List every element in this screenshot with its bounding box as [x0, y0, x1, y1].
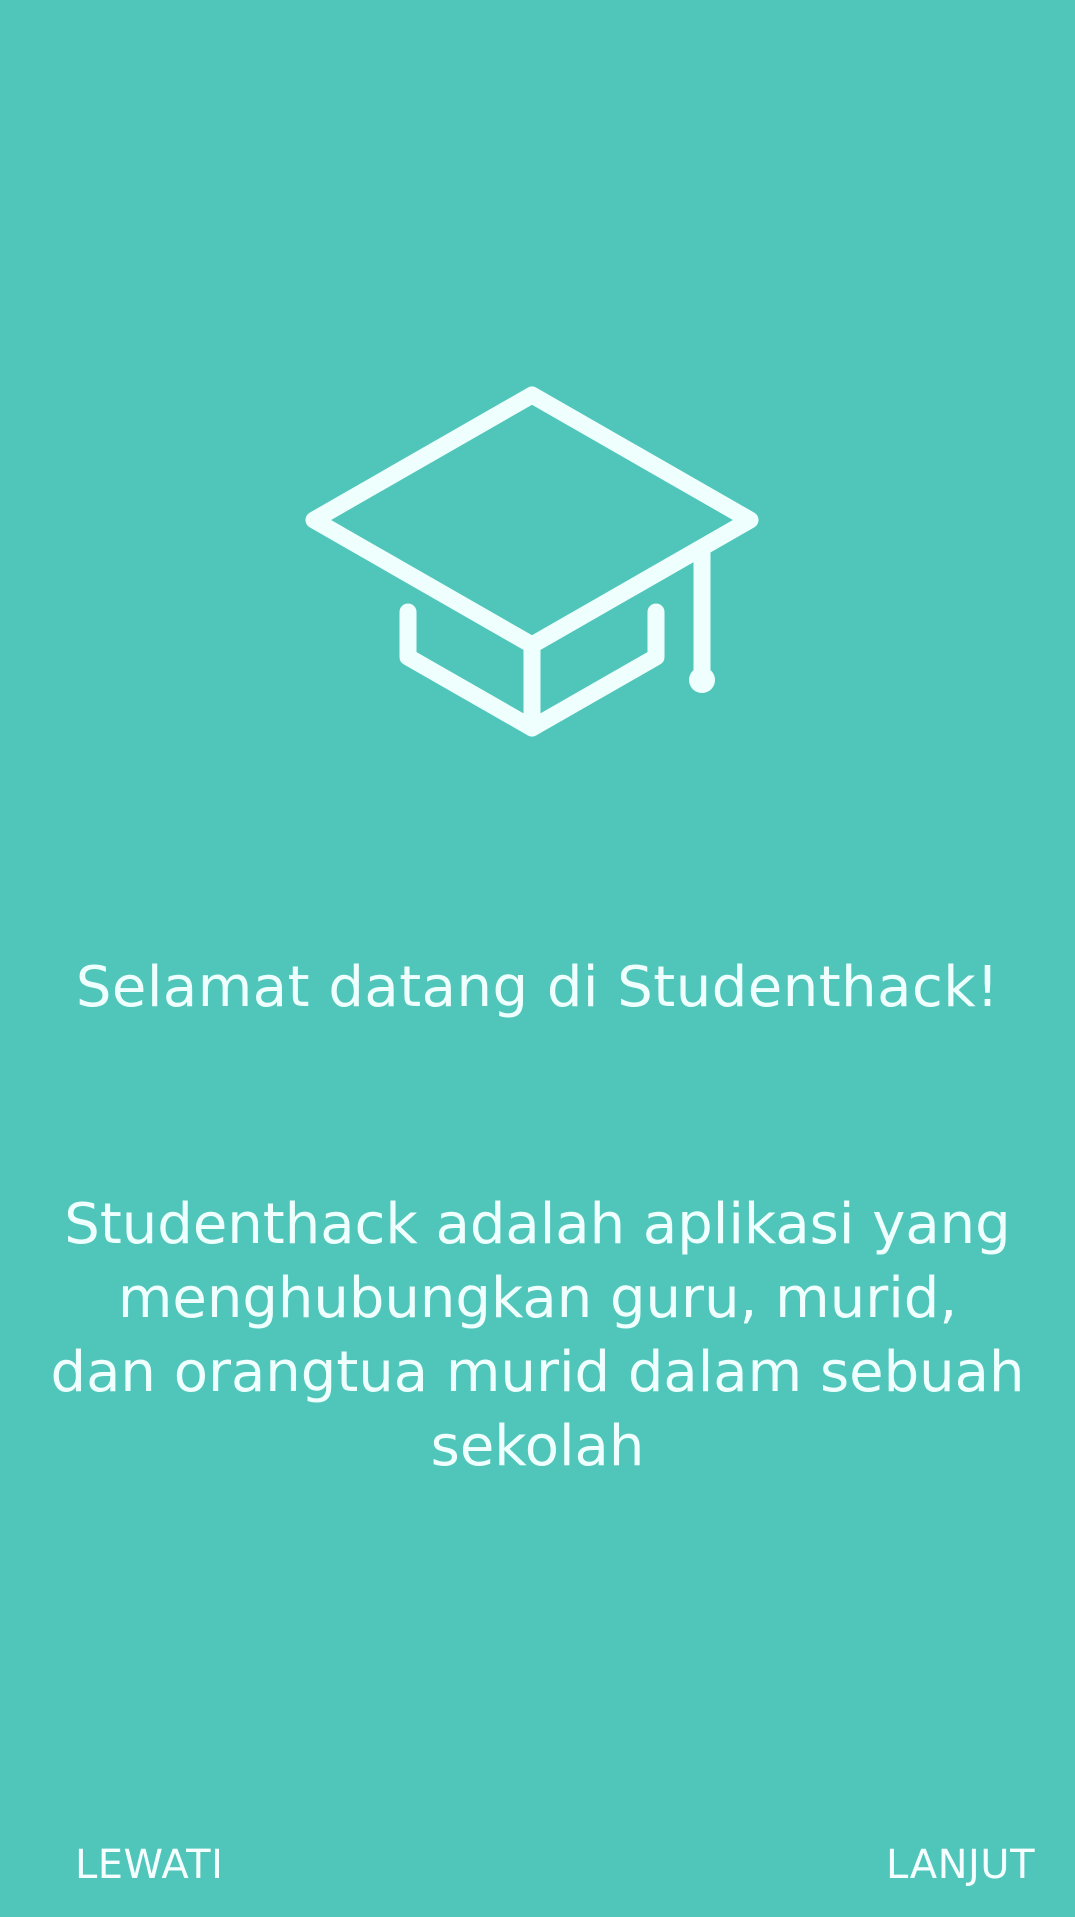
graduation-cap-icon [305, 386, 759, 737]
welcome-description: Studenthack adalah aplikasi yang menghub… [0, 1188, 1075, 1484]
description-line: Studenthack adalah aplikasi yang [64, 1192, 1011, 1257]
description-line: sekolah [430, 1414, 645, 1479]
description-line: menghubungkan guru, murid, [117, 1266, 958, 1331]
skip-button[interactable]: LEWATI [75, 1840, 223, 1890]
welcome-title: Selamat datang di Studenthack! [75, 955, 1000, 1020]
onboarding-screen: Selamat datang di Studenthack! Studentha… [0, 0, 1075, 1917]
next-button[interactable]: LANJUT [886, 1840, 1035, 1890]
description-line: dan orangtua murid dalam sebuah [50, 1340, 1025, 1405]
